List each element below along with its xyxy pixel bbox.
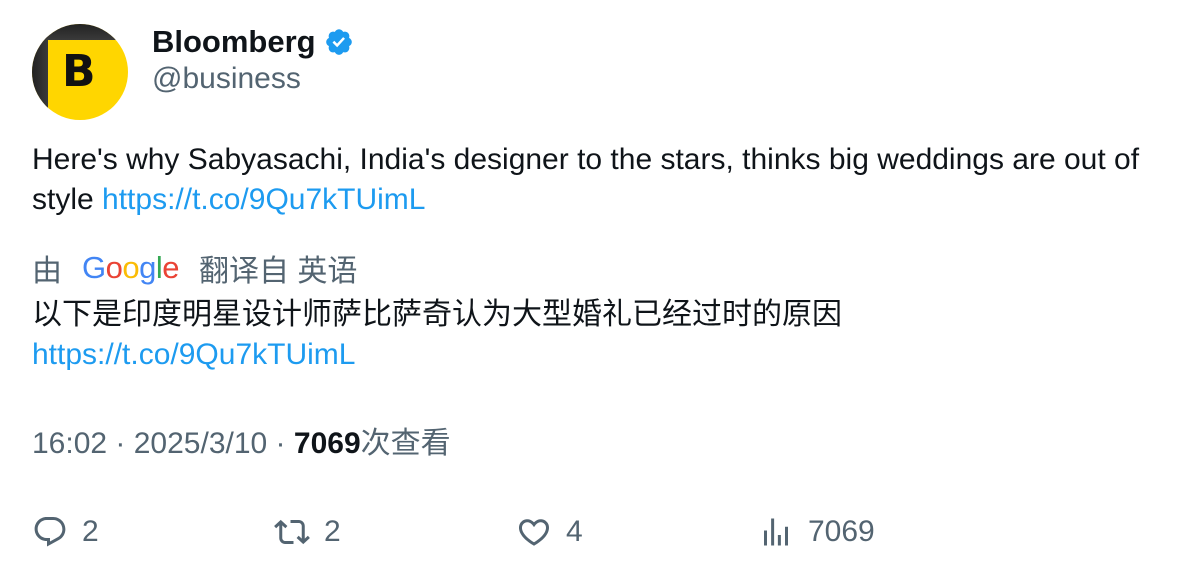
like-button[interactable]: 4 (516, 510, 583, 554)
translation-prefix: 由 (32, 255, 62, 288)
google-logo: Google (82, 250, 180, 285)
author-handle[interactable]: @business (152, 62, 301, 96)
like-count: 4 (566, 515, 583, 548)
tweet-date[interactable]: 2025/3/10 (134, 427, 267, 460)
avatar-letter: B (62, 46, 96, 97)
avatar[interactable]: B (32, 24, 128, 120)
author-display-name[interactable]: Bloomberg (152, 24, 316, 60)
views-button[interactable]: 7069 (758, 510, 875, 554)
meta-separator-2: · (267, 427, 294, 460)
retweet-count: 2 (324, 515, 341, 548)
translated-text: 以下是印度明星设计师萨比萨奇认为大型婚礼已经过时的原因 https://t.co… (32, 295, 1162, 375)
tweet-meta: 16:02 · 2025/3/10 · 7069次查看 (32, 424, 451, 464)
views-action-count: 7069 (808, 515, 875, 548)
reply-count: 2 (82, 515, 99, 548)
meta-separator-1: · (107, 427, 134, 460)
translated-body: 以下是印度明星设计师萨比萨奇认为大型婚礼已经过时的原因 (32, 298, 842, 331)
translated-link[interactable]: https://t.co/9Qu7kTUimL (32, 338, 355, 371)
tweet-link[interactable]: https://t.co/9Qu7kTUimL (102, 183, 425, 216)
views-icon (764, 518, 788, 546)
like-icon (518, 519, 550, 546)
views-label: 次查看 (360, 427, 451, 460)
retweet-icon (274, 519, 310, 545)
reply-button[interactable]: 2 (32, 510, 99, 554)
tweet-time[interactable]: 16:02 (32, 427, 107, 460)
translation-attribution: 由 Google 翻译自 英语 (32, 246, 357, 290)
views-count: 7069 (293, 427, 361, 460)
action-bar: 2 2 4 7069 (32, 510, 1162, 554)
author-name-row: Bloomberg (152, 22, 354, 62)
verified-badge-icon (325, 29, 352, 55)
avatar-shade-top (32, 24, 128, 40)
retweet-button[interactable]: 2 (274, 510, 341, 554)
reply-icon (34, 517, 66, 547)
translation-suffix[interactable]: 翻译自 英语 (199, 246, 357, 290)
tweet-text: Here's why Sabyasachi, India's designer … (32, 140, 1162, 220)
